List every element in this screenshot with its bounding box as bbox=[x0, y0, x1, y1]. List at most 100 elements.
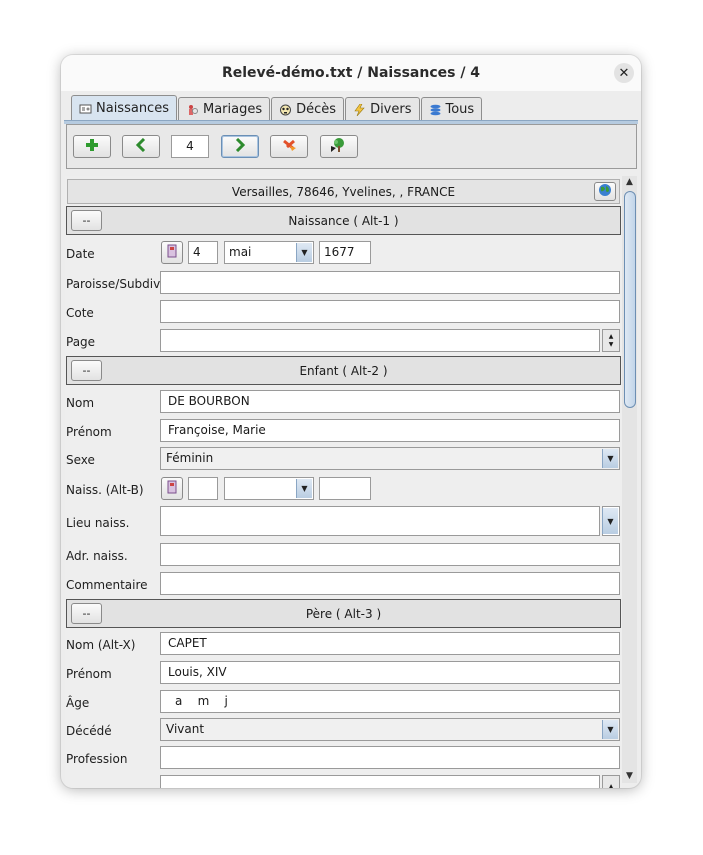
sexe-value: Féminin bbox=[166, 451, 214, 465]
sexe-select[interactable]: Féminin ▼ bbox=[160, 447, 620, 470]
lieu-dropdown-button[interactable]: ▼ bbox=[602, 506, 620, 536]
naiss-label: Naiss. (Alt-B) bbox=[66, 483, 144, 497]
pere-toggle-button[interactable]: -- bbox=[71, 603, 102, 624]
date-month-value: mai bbox=[229, 245, 252, 259]
enfant-prenom-label: Prénom bbox=[66, 425, 112, 439]
page-spinner[interactable]: ▲ ▼ bbox=[602, 329, 620, 352]
lieu-label: Lieu naiss. bbox=[66, 516, 130, 530]
add-record-button[interactable] bbox=[73, 135, 111, 158]
cote-label: Cote bbox=[66, 306, 94, 320]
delete-icon bbox=[281, 138, 297, 155]
tab-bar: Naissances Mariages Décès Divers Tous bbox=[71, 95, 483, 121]
date-calendar-button[interactable] bbox=[161, 241, 183, 264]
spinner-up-icon: ▲ bbox=[608, 332, 614, 340]
naiss-year-input[interactable] bbox=[319, 477, 371, 500]
tab-label: Tous bbox=[445, 102, 475, 117]
section-enfant: -- Enfant ( Alt-2 ) bbox=[66, 356, 621, 385]
close-button[interactable]: ✕ bbox=[614, 63, 634, 83]
enfant-prenom-field[interactable]: Françoise, Marie bbox=[160, 419, 620, 442]
chevron-right-icon bbox=[234, 137, 246, 155]
tab-naissances[interactable]: Naissances bbox=[71, 95, 177, 121]
decede-label: Décédé bbox=[66, 724, 112, 738]
globe-icon bbox=[598, 183, 612, 200]
window-title: Relevé-démo.txt / Naissances / 4 bbox=[221, 65, 481, 81]
previous-record-button[interactable] bbox=[122, 135, 160, 158]
page-field[interactable] bbox=[160, 329, 600, 352]
title-bar: Relevé-démo.txt / Naissances / 4 ✕ bbox=[61, 55, 641, 91]
tab-mariages[interactable]: Mariages bbox=[177, 97, 271, 121]
tab-tous[interactable]: Tous bbox=[420, 97, 483, 121]
spinner-down-icon: ▼ bbox=[608, 340, 614, 348]
naiss-calendar-button[interactable] bbox=[161, 477, 183, 500]
date-year-input[interactable]: 1677 bbox=[319, 241, 371, 264]
lieu-field[interactable] bbox=[160, 506, 600, 536]
chevron-down-icon: ▼ bbox=[296, 479, 312, 498]
next-field-partial[interactable] bbox=[160, 775, 600, 788]
section-title: Enfant ( Alt-2 ) bbox=[299, 363, 388, 378]
tab-deces[interactable]: Décès bbox=[271, 97, 345, 121]
skull-icon bbox=[279, 104, 292, 116]
commentaire-label: Commentaire bbox=[66, 578, 148, 592]
tree-icon bbox=[330, 137, 348, 156]
form-content: Versailles, 78646, Yvelines, , FRANCE --… bbox=[65, 176, 622, 788]
record-number-input[interactable]: 4 bbox=[171, 135, 209, 158]
chevron-down-icon: ▼ bbox=[296, 243, 312, 262]
enfant-nom-label: Nom bbox=[66, 396, 95, 410]
lightning-icon bbox=[353, 103, 366, 116]
delete-record-button[interactable] bbox=[270, 135, 308, 158]
toolbar: 4 bbox=[66, 124, 637, 169]
next-field-spinner[interactable]: ▲ bbox=[602, 775, 620, 788]
place-text: Versailles, 78646, Yvelines, , FRANCE bbox=[231, 184, 456, 199]
chevron-down-icon: ▼ bbox=[602, 720, 618, 739]
vertical-scrollbar[interactable]: ▲ ▼ bbox=[622, 176, 637, 783]
paroisse-label: Paroisse/Subdiv. bbox=[66, 277, 164, 291]
birth-card-icon bbox=[79, 103, 92, 115]
date-day-input[interactable]: 4 bbox=[188, 241, 218, 264]
date-month-select[interactable]: mai ▼ bbox=[224, 241, 314, 264]
profession-field[interactable] bbox=[160, 746, 620, 769]
pere-nom-label: Nom (Alt-X) bbox=[66, 638, 136, 652]
calendar-icon bbox=[167, 480, 177, 497]
section-title: Père ( Alt-3 ) bbox=[305, 606, 382, 621]
age-label: Âge bbox=[66, 696, 90, 710]
decede-value: Vivant bbox=[166, 722, 205, 736]
chevron-down-icon: ▼ bbox=[602, 449, 618, 468]
age-field[interactable]: a m j bbox=[160, 690, 620, 713]
naiss-day-input[interactable] bbox=[188, 477, 218, 500]
tab-label: Mariages bbox=[202, 102, 263, 117]
naissance-toggle-button[interactable]: -- bbox=[71, 210, 102, 231]
next-record-button[interactable] bbox=[221, 135, 259, 158]
decede-select[interactable]: Vivant ▼ bbox=[160, 718, 620, 741]
stack-icon bbox=[429, 104, 442, 116]
pere-prenom-label: Prénom bbox=[66, 667, 112, 681]
close-icon: ✕ bbox=[618, 65, 630, 81]
tab-label: Naissances bbox=[96, 101, 169, 116]
wedding-icon bbox=[186, 104, 199, 116]
naiss-month-select[interactable]: ▼ bbox=[224, 477, 314, 500]
paroisse-field[interactable] bbox=[160, 271, 620, 294]
pere-prenom-field[interactable]: Louis, XIV bbox=[160, 661, 620, 684]
commentaire-field[interactable] bbox=[160, 572, 620, 595]
section-title: Naissance ( Alt-1 ) bbox=[288, 213, 399, 228]
scrollbar-thumb[interactable] bbox=[624, 191, 636, 408]
enfant-toggle-button[interactable]: -- bbox=[71, 360, 102, 381]
globe-button[interactable] bbox=[594, 182, 616, 201]
scroll-down-icon[interactable]: ▼ bbox=[622, 770, 637, 783]
spinner-up-icon: ▲ bbox=[608, 782, 614, 789]
adr-field[interactable] bbox=[160, 543, 620, 566]
calendar-icon bbox=[167, 244, 177, 261]
tree-button[interactable] bbox=[320, 135, 358, 158]
chevron-down-icon: ▼ bbox=[602, 508, 618, 534]
plus-icon bbox=[85, 138, 99, 155]
enfant-nom-field[interactable]: DE BOURBON bbox=[160, 390, 620, 413]
section-naissance: -- Naissance ( Alt-1 ) bbox=[66, 206, 621, 235]
tab-divers[interactable]: Divers bbox=[345, 97, 420, 121]
cote-field[interactable] bbox=[160, 300, 620, 323]
pere-nom-field[interactable]: CAPET bbox=[160, 632, 620, 655]
tab-label: Divers bbox=[370, 102, 412, 117]
sexe-label: Sexe bbox=[66, 453, 95, 467]
scroll-up-icon[interactable]: ▲ bbox=[622, 176, 637, 189]
profession-label: Profession bbox=[66, 752, 128, 766]
date-label: Date bbox=[66, 247, 95, 261]
place-bar: Versailles, 78646, Yvelines, , FRANCE bbox=[67, 179, 620, 204]
